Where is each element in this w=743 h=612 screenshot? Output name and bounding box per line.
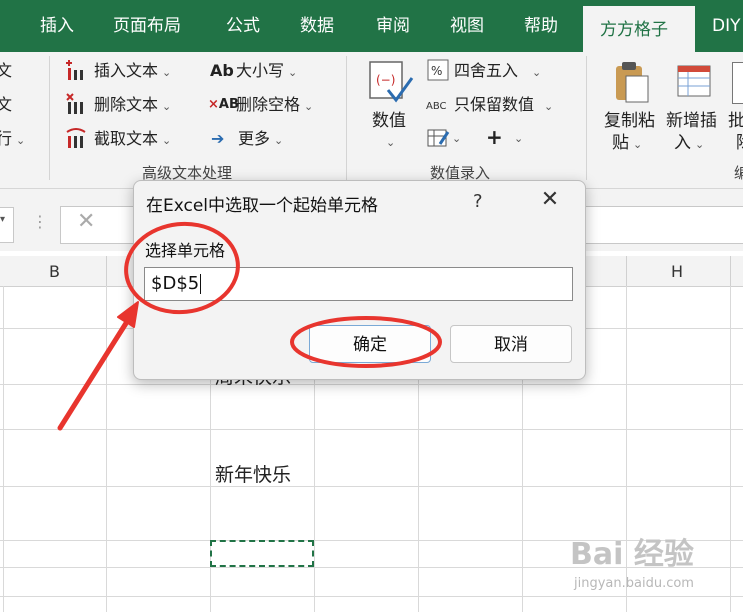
tab-review[interactable]: 审阅 bbox=[376, 15, 410, 37]
tab-fangfanggezi-label: 方方格子 bbox=[600, 20, 668, 40]
tab-view[interactable]: 视图 bbox=[450, 15, 484, 37]
insert-text-button[interactable]: 插入文本 ⌄ bbox=[94, 60, 171, 84]
number-dropdown-chevron[interactable]: ⌄ bbox=[386, 132, 395, 154]
group-separator bbox=[346, 56, 347, 180]
plus-icon[interactable]: + bbox=[486, 126, 503, 148]
more-arrow-icon: ➔ bbox=[211, 129, 225, 148]
name-box[interactable] bbox=[0, 207, 14, 243]
batch-button-line2[interactable]: 除 bbox=[736, 132, 743, 154]
grid-col-line bbox=[3, 286, 4, 612]
tab-data[interactable]: 数据 bbox=[300, 15, 334, 37]
extract-text-icon bbox=[64, 126, 88, 150]
copy-paste-button-line2[interactable]: 贴 ⌄ bbox=[612, 132, 642, 156]
tab-formulas[interactable]: 公式 bbox=[226, 15, 260, 37]
cell-reference-value: $D$5 bbox=[151, 273, 200, 294]
baidu-paw-logo: Bai 经验 bbox=[570, 537, 694, 572]
cell-d-text-2[interactable]: 新年快乐 bbox=[215, 460, 291, 487]
insert-button[interactable]: 新增插 bbox=[666, 110, 717, 132]
extract-text-button[interactable]: 截取文本 ⌄ bbox=[94, 128, 171, 152]
ribbon-tab-bar: 插入 页面布局 公式 数据 审阅 视图 帮助 方方格子 DIY bbox=[0, 0, 743, 52]
edit-table-icon[interactable] bbox=[426, 126, 450, 150]
insert-button-line2[interactable]: 入 ⌄ bbox=[674, 132, 704, 156]
watermark-logo: Bai 经验 bbox=[570, 537, 694, 572]
cell-select-label: 选择单元格 bbox=[145, 241, 226, 260]
select-cell-dialog: 在Excel中选取一个起始单元格 ? ✕ 选择单元格 $D$5 确定 取消 bbox=[133, 180, 586, 380]
keep-numbers-icon: ABC bbox=[426, 101, 447, 112]
tab-diy[interactable]: DIY bbox=[712, 15, 741, 37]
remove-spaces-icon: ×AB bbox=[208, 97, 239, 112]
grid-row-line bbox=[0, 486, 743, 487]
partial-item-3[interactable]: 行 ⌄ bbox=[0, 128, 25, 152]
remove-spaces-button[interactable]: 删除空格 ⌄ bbox=[236, 94, 313, 118]
annotation-arrow bbox=[59, 301, 139, 429]
round-button[interactable]: 四舍五入 ⌄ bbox=[454, 60, 541, 84]
grid-row-line bbox=[0, 384, 743, 385]
grid-col-line bbox=[106, 286, 107, 612]
partial-item-2[interactable]: 文 bbox=[0, 94, 12, 116]
tab-insert[interactable]: 插入 bbox=[40, 15, 74, 37]
column-header-b[interactable]: B bbox=[49, 262, 60, 281]
cancel-formula-icon[interactable]: ✕ bbox=[77, 209, 95, 234]
watermark-text: jingyan.baidu.com bbox=[574, 576, 694, 591]
header-divider bbox=[626, 256, 627, 286]
plus-chevron[interactable]: ⌄ bbox=[514, 128, 523, 150]
batch-button[interactable]: 批 bbox=[728, 110, 743, 132]
edit-table-chevron[interactable]: ⌄ bbox=[452, 128, 461, 150]
partial-group-label: 编 bbox=[734, 164, 743, 182]
cancel-button[interactable]: 取消 bbox=[450, 325, 572, 363]
round-icon: % bbox=[426, 58, 450, 82]
tab-page-layout[interactable]: 页面布局 bbox=[113, 15, 181, 37]
change-case-icon: Ab bbox=[210, 61, 234, 80]
copy-paste-button[interactable]: 复制粘 bbox=[604, 110, 655, 132]
cell-reference-input[interactable]: $D$5 bbox=[144, 267, 573, 301]
tab-fangfanggezi[interactable]: 方方格子 bbox=[583, 6, 695, 52]
delete-text-button[interactable]: 删除文本 ⌄ bbox=[94, 94, 171, 118]
dialog-title: 在Excel中选取一个起始单元格 bbox=[146, 196, 379, 216]
header-divider bbox=[106, 256, 107, 286]
insert-rows-icon bbox=[674, 62, 714, 102]
tab-help[interactable]: 帮助 bbox=[524, 15, 558, 37]
ribbon: 文 文 行 ⌄ 插入文本 ⌄ 删除文本 ⌄ 截取文本 ⌄ Ab 大小写 ⌄ ×AB 删除空… bbox=[0, 52, 743, 189]
formula-bar-grip-icon: ⋮ bbox=[32, 212, 48, 231]
more-button[interactable]: 更多 ⌄ bbox=[238, 128, 283, 152]
group-separator bbox=[586, 56, 587, 180]
group-separator bbox=[49, 56, 50, 180]
column-header-h[interactable]: H bbox=[671, 262, 683, 281]
annotation-arrow-shaft bbox=[57, 317, 131, 431]
batch-icon bbox=[732, 62, 743, 104]
svg-text:(−): (−) bbox=[376, 73, 395, 87]
delete-text-icon bbox=[64, 92, 88, 116]
number-icon: (−) bbox=[368, 60, 414, 104]
svg-text:%: % bbox=[431, 64, 442, 78]
copy-paste-icon bbox=[612, 60, 652, 104]
name-box-dropdown-icon[interactable]: ▾ bbox=[0, 214, 5, 225]
baidu-watermark: Bai 经验 jingyan.baidu.com bbox=[560, 528, 740, 608]
keep-numbers-button[interactable]: 只保留数值 ⌄ bbox=[454, 94, 553, 118]
help-icon[interactable]: ? bbox=[473, 191, 483, 212]
partial-item-1[interactable]: 文 bbox=[0, 60, 12, 82]
change-case-button[interactable]: 大小写 ⌄ bbox=[236, 60, 297, 84]
text-caret bbox=[200, 274, 202, 294]
ok-button[interactable]: 确定 bbox=[309, 325, 431, 363]
selected-cell-marquee[interactable] bbox=[210, 540, 314, 567]
insert-text-icon bbox=[64, 58, 88, 82]
header-divider bbox=[730, 256, 731, 286]
grid-row-line bbox=[0, 429, 743, 430]
close-icon[interactable]: ✕ bbox=[538, 187, 562, 215]
number-button[interactable]: 数值 bbox=[372, 110, 406, 132]
